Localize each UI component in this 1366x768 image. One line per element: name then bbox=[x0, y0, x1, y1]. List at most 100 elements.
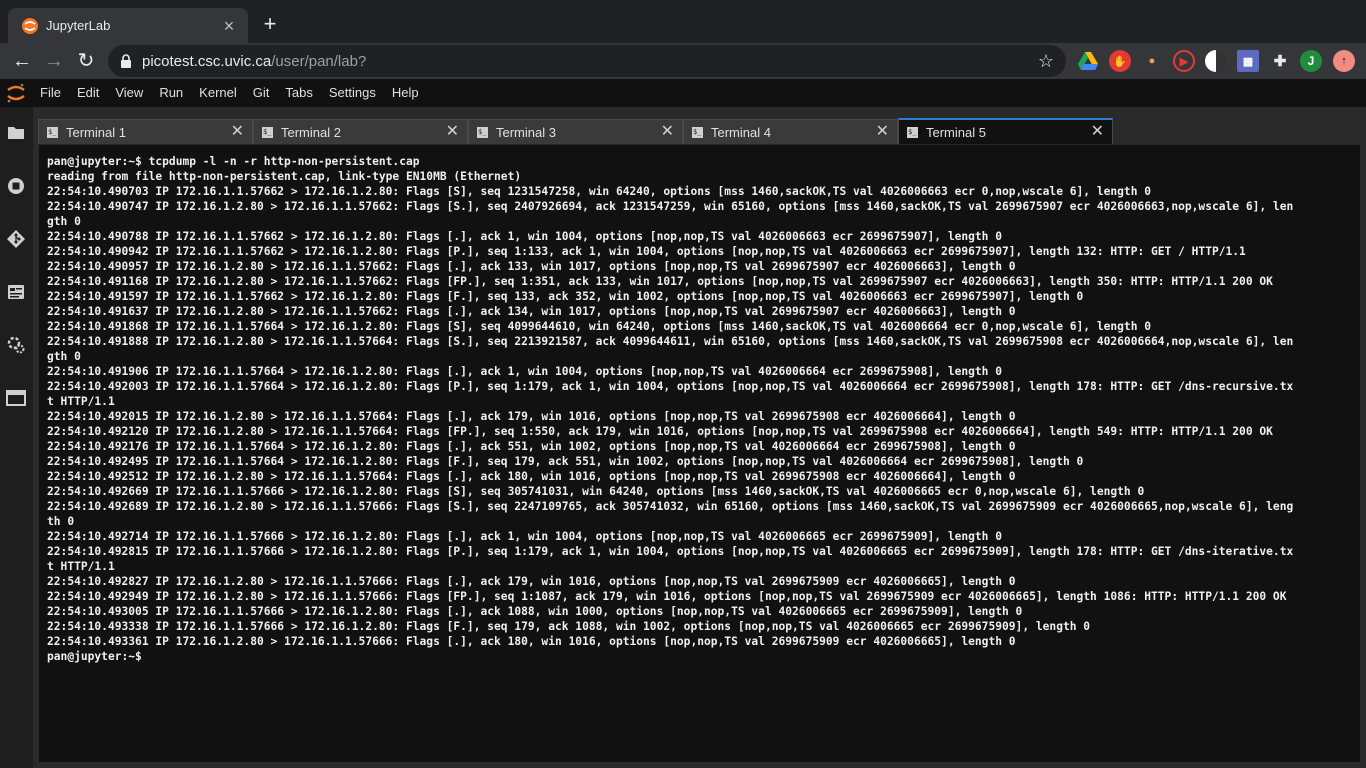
jupyter-logo-icon bbox=[0, 79, 32, 107]
terminal-line: 22:54:10.491597 IP 172.16.1.1.57662 > 17… bbox=[47, 290, 1084, 303]
menu-file[interactable]: File bbox=[32, 79, 69, 107]
dock-tab-bar: $_ Terminal 1 ✕ $_ Terminal 2 ✕ $_ Termi… bbox=[38, 113, 1113, 145]
tab-terminal-2[interactable]: $_ Terminal 2 ✕ bbox=[253, 119, 468, 144]
main-dock-area: $_ Terminal 1 ✕ $_ Terminal 2 ✕ $_ Termi… bbox=[33, 107, 1366, 768]
tab-label: Terminal 2 bbox=[281, 124, 341, 140]
menu-tabs[interactable]: Tabs bbox=[277, 79, 320, 107]
terminal-line: 22:54:10.492120 IP 172.16.1.2.80 > 172.1… bbox=[47, 425, 1273, 438]
url-host: picotest.csc.uvic.ca bbox=[142, 52, 272, 70]
terminal-line: 22:54:10.492714 IP 172.16.1.1.57666 > 17… bbox=[47, 530, 1003, 543]
tab-terminal-4[interactable]: $_ Terminal 4 ✕ bbox=[683, 119, 898, 144]
pencil-extension-icon[interactable]: ● bbox=[1141, 50, 1163, 72]
tab-label: Terminal 5 bbox=[926, 124, 986, 140]
extensions-puzzle-icon[interactable]: ✚ bbox=[1269, 50, 1291, 72]
url-path: /user/pan/lab? bbox=[271, 52, 367, 70]
browser-tab-jupyterlab[interactable]: JupyterLab × bbox=[8, 8, 248, 43]
menu-run[interactable]: Run bbox=[151, 79, 191, 107]
profile-avatar[interactable]: J bbox=[1300, 50, 1322, 72]
terminal-line: 22:54:10.491637 IP 172.16.1.2.80 > 172.1… bbox=[47, 305, 1016, 318]
terminal-line: 22:54:10.492003 IP 172.16.1.1.57664 > 17… bbox=[47, 380, 1294, 393]
terminal-line: 22:54:10.490788 IP 172.16.1.1.57662 > 17… bbox=[47, 230, 1003, 243]
terminal-line: 22:54:10.492176 IP 172.16.1.1.57664 > 17… bbox=[47, 440, 1016, 453]
terminal-line: 22:54:10.493005 IP 172.16.1.1.57666 > 17… bbox=[47, 605, 1023, 618]
tab-label: Terminal 3 bbox=[496, 124, 556, 140]
terminal-line: t HTTP/1.1 bbox=[47, 395, 115, 408]
folder-icon[interactable] bbox=[6, 123, 26, 143]
terminal-line: 22:54:10.492949 IP 172.16.1.2.80 > 172.1… bbox=[47, 590, 1287, 603]
terminal-line: 22:54:10.492495 IP 172.16.1.1.57664 > 17… bbox=[47, 455, 1084, 468]
terminal-line: th 0 bbox=[47, 515, 75, 528]
close-icon[interactable]: ✕ bbox=[876, 124, 889, 140]
lock-icon bbox=[121, 54, 131, 68]
menu-help[interactable]: Help bbox=[384, 79, 427, 107]
terminal-line: 22:54:10.492827 IP 172.16.1.2.80 > 172.1… bbox=[47, 575, 1016, 588]
google-drive-icon[interactable] bbox=[1077, 50, 1099, 72]
terminal-line: 22:54:10.490957 IP 172.16.1.2.80 > 172.1… bbox=[47, 260, 1016, 273]
menu-git[interactable]: Git bbox=[245, 79, 278, 107]
tab-terminal-1[interactable]: $_ Terminal 1 ✕ bbox=[38, 119, 253, 144]
tabs-icon[interactable] bbox=[6, 388, 26, 408]
close-icon[interactable]: ✕ bbox=[1091, 124, 1104, 140]
tab-terminal-3[interactable]: $_ Terminal 3 ✕ bbox=[468, 119, 683, 144]
close-icon[interactable]: ✕ bbox=[446, 124, 459, 140]
terminal-icon: $_ bbox=[907, 126, 918, 138]
terminal-line: 22:54:10.492512 IP 172.16.1.2.80 > 172.1… bbox=[47, 470, 1016, 483]
jupyterlab-menubar: File Edit View Run Kernel Git Tabs Setti… bbox=[0, 79, 1366, 107]
terminal-line: 22:54:10.493361 IP 172.16.1.2.80 > 172.1… bbox=[47, 635, 1016, 648]
forward-arrow-icon[interactable]: → bbox=[41, 48, 67, 74]
tab-label: Terminal 4 bbox=[711, 124, 771, 140]
terminal-line: 22:54:10.491168 IP 172.16.1.2.80 > 172.1… bbox=[47, 275, 1273, 288]
terminal-line: gth 0 bbox=[47, 215, 81, 228]
reload-icon[interactable]: ↻ bbox=[73, 48, 99, 74]
terminal-line: 22:54:10.492689 IP 172.16.1.2.80 > 172.1… bbox=[47, 500, 1294, 513]
extension-manager-icon[interactable] bbox=[6, 335, 26, 355]
play-extension-icon[interactable]: ▶ bbox=[1173, 50, 1195, 72]
terminal-icon: $_ bbox=[262, 126, 273, 138]
left-sidebar bbox=[0, 107, 33, 768]
tab-terminal-5[interactable]: $_ Terminal 5 ✕ bbox=[898, 118, 1113, 144]
terminal-icon: $_ bbox=[692, 126, 703, 138]
bookmark-star-icon[interactable]: ☆ bbox=[1038, 51, 1054, 72]
terminal-line: 22:54:10.491906 IP 172.16.1.1.57664 > 17… bbox=[47, 365, 1003, 378]
new-tab-button[interactable]: + bbox=[258, 12, 282, 36]
terminal-line: 22:54:10.492015 IP 172.16.1.2.80 > 172.1… bbox=[47, 410, 1016, 423]
git-icon[interactable] bbox=[6, 229, 26, 249]
terminal-line: gth 0 bbox=[47, 350, 81, 363]
terminal-line: t HTTP/1.1 bbox=[47, 560, 115, 573]
terminal-line: 22:54:10.490942 IP 172.16.1.1.57662 > 17… bbox=[47, 245, 1246, 258]
terminal-line: reading from file http-non-persistent.ca… bbox=[47, 170, 522, 183]
close-icon[interactable]: × bbox=[220, 17, 238, 35]
address-bar[interactable]: picotest.csc.uvic.ca/user/pan/lab? ☆ bbox=[108, 45, 1066, 77]
menu-settings[interactable]: Settings bbox=[321, 79, 384, 107]
terminal-line: 22:54:10.491888 IP 172.16.1.2.80 > 172.1… bbox=[47, 335, 1294, 348]
browser-tab-title: JupyterLab bbox=[46, 18, 111, 33]
jupyter-favicon-icon bbox=[22, 17, 38, 34]
menu-kernel[interactable]: Kernel bbox=[191, 79, 245, 107]
terminal-line: 22:54:10.492815 IP 172.16.1.1.57666 > 17… bbox=[47, 545, 1294, 558]
terminal-line: pan@jupyter:~$ tcpdump -l -n -r http-non… bbox=[47, 155, 420, 168]
stop-hand-extension-icon[interactable]: ✋ bbox=[1109, 50, 1131, 72]
terminal-line: 22:54:10.490747 IP 172.16.1.2.80 > 172.1… bbox=[47, 200, 1294, 213]
browser-tab-strip: JupyterLab × + bbox=[0, 0, 1366, 43]
terminal-line: 22:54:10.492669 IP 172.16.1.1.57666 > 17… bbox=[47, 485, 1145, 498]
update-icon[interactable]: ↑ bbox=[1333, 50, 1355, 72]
running-icon[interactable] bbox=[6, 176, 26, 196]
tab-label: Terminal 1 bbox=[66, 124, 126, 140]
grid-extension-icon[interactable]: ▦ bbox=[1237, 50, 1259, 72]
terminal-line: 22:54:10.491868 IP 172.16.1.1.57664 > 17… bbox=[47, 320, 1152, 333]
terminal-line: 22:54:10.490703 IP 172.16.1.1.57662 > 17… bbox=[47, 185, 1152, 198]
dark-mode-extension-icon[interactable] bbox=[1205, 50, 1227, 72]
terminal-line: pan@jupyter:~$ bbox=[47, 650, 149, 663]
terminal-output[interactable]: pan@jupyter:~$ tcpdump -l -n -r http-non… bbox=[39, 145, 1360, 762]
terminal-line: 22:54:10.493338 IP 172.16.1.1.57666 > 17… bbox=[47, 620, 1091, 633]
back-arrow-icon[interactable]: ← bbox=[9, 48, 35, 74]
menu-view[interactable]: View bbox=[107, 79, 151, 107]
close-icon[interactable]: ✕ bbox=[661, 124, 674, 140]
close-icon[interactable]: ✕ bbox=[231, 124, 244, 140]
url-text: picotest.csc.uvic.ca/user/pan/lab? bbox=[142, 53, 1038, 70]
property-inspector-icon[interactable] bbox=[6, 282, 26, 302]
menu-edit[interactable]: Edit bbox=[69, 79, 107, 107]
terminal-icon: $_ bbox=[477, 126, 488, 138]
browser-toolbar: ← → ↻ picotest.csc.uvic.ca/user/pan/lab?… bbox=[0, 43, 1366, 79]
terminal-icon: $_ bbox=[47, 126, 58, 138]
